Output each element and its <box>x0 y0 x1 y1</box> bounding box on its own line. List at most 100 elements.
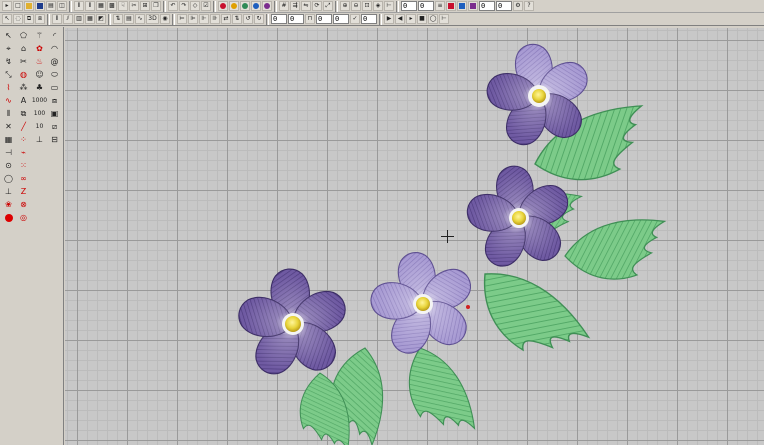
pointer-icon[interactable]: ▸ <box>2 1 12 11</box>
align-center-icon[interactable]: ⊫ <box>188 14 198 24</box>
link-icon[interactable]: ⊗ <box>17 199 30 210</box>
hoop-icon[interactable]: ◯ <box>428 14 438 24</box>
stitch-edit-icon[interactable]: ⌇ <box>2 82 15 93</box>
lock-icon[interactable]: ⊓ <box>305 14 315 24</box>
step-icon[interactable]: ⊥ <box>33 134 46 145</box>
color-wheel-icon[interactable]: ◍ <box>17 69 30 80</box>
new-file-icon[interactable]: □ <box>13 1 23 11</box>
stop-tool-icon[interactable] <box>2 212 15 223</box>
curve-icon[interactable]: ◜ <box>48 30 61 41</box>
flip-v-icon[interactable]: ⇅ <box>232 14 242 24</box>
ruler-tool-icon[interactable]: ⊥ <box>2 186 15 197</box>
thread-icon[interactable]: ∿ <box>135 14 145 24</box>
selection-marker[interactable] <box>466 305 470 309</box>
arc-icon[interactable]: ◠ <box>48 43 61 54</box>
zoom-field-4[interactable]: 0 <box>496 1 512 11</box>
color-sort-icon[interactable]: ▤ <box>124 14 134 24</box>
lasso-icon[interactable]: ◌ <box>13 14 23 24</box>
ungroup-icon[interactable]: ⧈ <box>35 14 45 24</box>
knife-icon[interactable]: ↯ <box>2 56 15 67</box>
letter-z-icon[interactable]: Z <box>17 186 30 197</box>
properties-icon[interactable]: ☑ <box>201 1 211 11</box>
underlay-icon[interactable]: ▥ <box>74 14 84 24</box>
flower-icon[interactable]: ✿ <box>33 43 46 54</box>
layer-icon[interactable]: ≡ <box>435 1 445 11</box>
ellipse-tool-icon[interactable]: ⬭ <box>48 69 61 80</box>
run-stitch-icon[interactable]: ∿ <box>2 95 15 106</box>
zoom-field-1[interactable]: 0 <box>401 1 417 11</box>
person-icon[interactable]: ☺ <box>33 69 46 80</box>
scale-icon[interactable]: ⤢ <box>323 1 333 11</box>
copy-icon[interactable]: ❐ <box>151 1 161 11</box>
stop-icon[interactable]: ■ <box>417 14 427 24</box>
tree-icon[interactable]: ♣ <box>33 82 46 93</box>
cross-stitch-icon[interactable]: ✕ <box>2 121 15 132</box>
zoom-in-icon[interactable]: ⊕ <box>340 1 350 11</box>
mirror-icon[interactable]: ⇋ <box>301 1 311 11</box>
satin-icon[interactable]: ⦀ <box>2 108 15 119</box>
count-1000-button[interactable]: 1000 <box>32 95 47 106</box>
chain-icon[interactable]: ∞ <box>17 173 30 184</box>
open-folder-icon[interactable] <box>24 1 34 11</box>
print-icon[interactable]: ▤ <box>46 1 56 11</box>
color-purple-icon[interactable] <box>262 1 272 11</box>
stitch-player-icon[interactable]: ▶ <box>384 14 394 24</box>
applique-icon[interactable]: ◩ <box>96 14 106 24</box>
layer-purple-icon[interactable] <box>468 1 478 11</box>
select-icon[interactable]: ↖ <box>2 14 12 24</box>
redo-icon[interactable]: ↷ <box>179 1 189 11</box>
view-3d-icon[interactable]: ◈ <box>373 1 383 11</box>
zoom-field-2[interactable]: 0 <box>418 1 434 11</box>
color-orange-icon[interactable] <box>229 1 239 11</box>
edit-points-icon[interactable]: ⌖ <box>2 43 15 54</box>
spiral-icon[interactable]: @ <box>48 56 61 67</box>
pattern-icon[interactable]: ⁂ <box>17 82 30 93</box>
rotate-left-icon[interactable]: ↺ <box>243 14 253 24</box>
stamp-icon[interactable]: ⧈ <box>48 95 61 106</box>
arrow-select-icon[interactable]: ↖ <box>2 30 15 41</box>
thread-spool-icon[interactable]: ⊙ <box>2 160 15 171</box>
reshape-icon[interactable]: ⤡ <box>2 69 15 80</box>
align-right-icon[interactable]: ⊩ <box>199 14 209 24</box>
zigzag-icon[interactable]: ⌁ <box>17 147 30 158</box>
line-tool-icon[interactable]: ╱ <box>17 121 30 132</box>
wand-icon[interactable]: ⚚ <box>33 30 46 41</box>
preview-icon[interactable]: ◫ <box>57 1 67 11</box>
layer-red-icon[interactable] <box>446 1 456 11</box>
circle-tool-icon[interactable]: ◯ <box>2 173 15 184</box>
zoom-field-3[interactable]: 0 <box>479 1 495 11</box>
color-green-icon[interactable] <box>240 1 250 11</box>
hand-icon[interactable]: ☟ <box>118 1 128 11</box>
distribute-icon[interactable]: ⊪ <box>210 14 220 24</box>
number-field-5[interactable]: 0 <box>361 14 377 24</box>
align-left-icon[interactable]: ⊨ <box>177 14 187 24</box>
color-red-icon[interactable] <box>218 1 228 11</box>
undo-icon[interactable]: ↶ <box>168 1 178 11</box>
realistic-view-icon[interactable]: ◉ <box>160 14 170 24</box>
design-icon[interactable]: ❀ <box>2 199 15 210</box>
save-icon[interactable] <box>35 1 45 11</box>
fill-icon[interactable]: ▦ <box>2 134 15 145</box>
stitch-density-icon[interactable]: ⦀ <box>52 14 62 24</box>
group-icon[interactable]: ⧉ <box>24 14 34 24</box>
rotate-right-icon[interactable]: ↻ <box>254 14 264 24</box>
flip-h-icon[interactable]: ⇄ <box>221 14 231 24</box>
sequence-icon[interactable]: ⇅ <box>113 14 123 24</box>
stitch-fill-icon[interactable]: ▦ <box>96 1 106 11</box>
zoom-fit-icon[interactable]: ⊡ <box>362 1 372 11</box>
number-field-1[interactable]: 0 <box>271 14 287 24</box>
number-field-4[interactable]: 0 <box>333 14 349 24</box>
measure-tool-icon[interactable]: ⊣ <box>2 147 15 158</box>
view-3d-button[interactable]: 3D <box>146 14 159 24</box>
zoom-out-icon[interactable]: ⊖ <box>351 1 361 11</box>
target-icon[interactable]: ◎ <box>17 212 30 223</box>
count-100-button[interactable]: 100 <box>33 108 46 119</box>
settings-icon[interactable]: ⚙ <box>513 1 523 11</box>
frame-icon[interactable]: ⊟ <box>48 134 61 145</box>
letter-tool[interactable]: A <box>17 95 30 106</box>
apply-icon[interactable]: ✓ <box>350 14 360 24</box>
help-icon[interactable]: ? <box>524 1 534 11</box>
trim-icon[interactable]: ✂ <box>129 1 139 11</box>
step-back-icon[interactable]: ◀ <box>395 14 405 24</box>
stitch-pattern-icon[interactable]: ▩ <box>107 1 117 11</box>
